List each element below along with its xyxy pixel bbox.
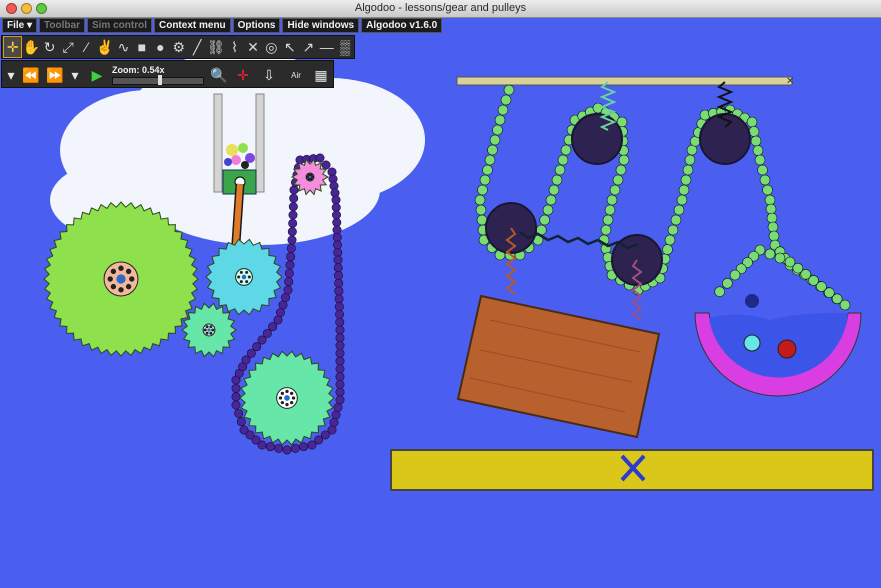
undo-icon[interactable]: ⏪ (20, 64, 42, 86)
simulation-canvas[interactable]: ✕ (0, 0, 881, 588)
axle-tool-icon[interactable]: ◎ (263, 37, 280, 57)
toolbar-toggle[interactable]: Toolbar (39, 18, 85, 33)
chain-tool-icon[interactable]: ⛓ (207, 37, 225, 57)
sim-dropdown-icon[interactable]: ▾ (4, 64, 18, 86)
redo-icon[interactable]: ⏩ (44, 64, 66, 86)
knife-tool-icon[interactable]: ∕ (78, 37, 95, 57)
zoom-label: Zoom: 0.54x (112, 65, 165, 75)
hide-windows-button[interactable]: Hide windows (282, 18, 360, 33)
zoom-magnifier-icon[interactable]: 🔍 (208, 64, 230, 86)
rotate-tool-icon[interactable]: ↻ (41, 37, 58, 57)
gear-tool-icon[interactable]: ⚙ (170, 37, 187, 57)
tracer-tool-icon[interactable]: ↗ (300, 37, 317, 57)
grid-icon[interactable]: ▦ (310, 64, 332, 86)
zoom-slider-thumb[interactable] (158, 75, 162, 85)
brush-tool-icon[interactable]: ∿ (115, 37, 132, 57)
version-label: Algodoo v1.6.0 (361, 18, 443, 33)
laser-tool-icon[interactable]: ― (318, 37, 335, 57)
fixate-tool-icon[interactable]: ✕ (244, 37, 261, 57)
sim-control-toggle[interactable]: Sim control (86, 18, 152, 33)
top-menubar: File ▾ Toolbar Sim control Context menu … (2, 18, 443, 33)
air-icon[interactable]: Air (284, 64, 308, 86)
gravity-icon[interactable]: ⇩ (258, 64, 280, 86)
sketch-tool-icon[interactable]: ✌ (96, 37, 113, 57)
svg-text:✕: ✕ (786, 76, 794, 87)
scale-tool-icon[interactable]: ⤢ (59, 37, 76, 57)
pan-cross-icon[interactable]: ✛ (232, 64, 254, 86)
yellow-platform[interactable] (390, 449, 874, 491)
gear-large-lime[interactable] (43, 201, 199, 357)
tool-palette: ✛ ✋ ↻ ⤢ ∕ ✌ ∿ ■ ● ⚙ ╱ ⛓ ⌇ ✕ ◎ ↖ ↗ ― ▒ (1, 35, 355, 59)
air-label: Air (291, 70, 301, 80)
plane-tool-icon[interactable]: ╱ (189, 37, 206, 57)
spring-tool-icon[interactable]: ⌇ (226, 37, 243, 57)
circle-tool-icon[interactable]: ● (152, 37, 169, 57)
options-menu[interactable]: Options (232, 18, 281, 33)
window-titlebar: Algodoo - lessons/gear and pulleys (0, 0, 881, 18)
thruster-tool-icon[interactable]: ↖ (281, 37, 298, 57)
context-menu-toggle[interactable]: Context menu (153, 18, 231, 33)
move-tool-icon[interactable]: ✛ (2, 36, 23, 58)
box-tool-icon[interactable]: ■ (133, 37, 150, 57)
drag-tool-icon[interactable]: ✋ (22, 37, 39, 57)
texture-tool-icon[interactable]: ▒ (336, 37, 353, 57)
window-title: Algodoo - lessons/gear and pulleys (354, 2, 527, 14)
history-dropdown-icon[interactable]: ▾ (68, 64, 82, 86)
zoom-slider[interactable] (112, 75, 204, 85)
file-menu[interactable]: File ▾ (2, 18, 38, 33)
play-button[interactable]: ▶ (86, 64, 108, 86)
sim-control-bar: ▾ ⏪ ⏩ ▾ ▶ Zoom: 0.54x 🔍 ✛ ⇩ Air ▦ (1, 60, 334, 88)
